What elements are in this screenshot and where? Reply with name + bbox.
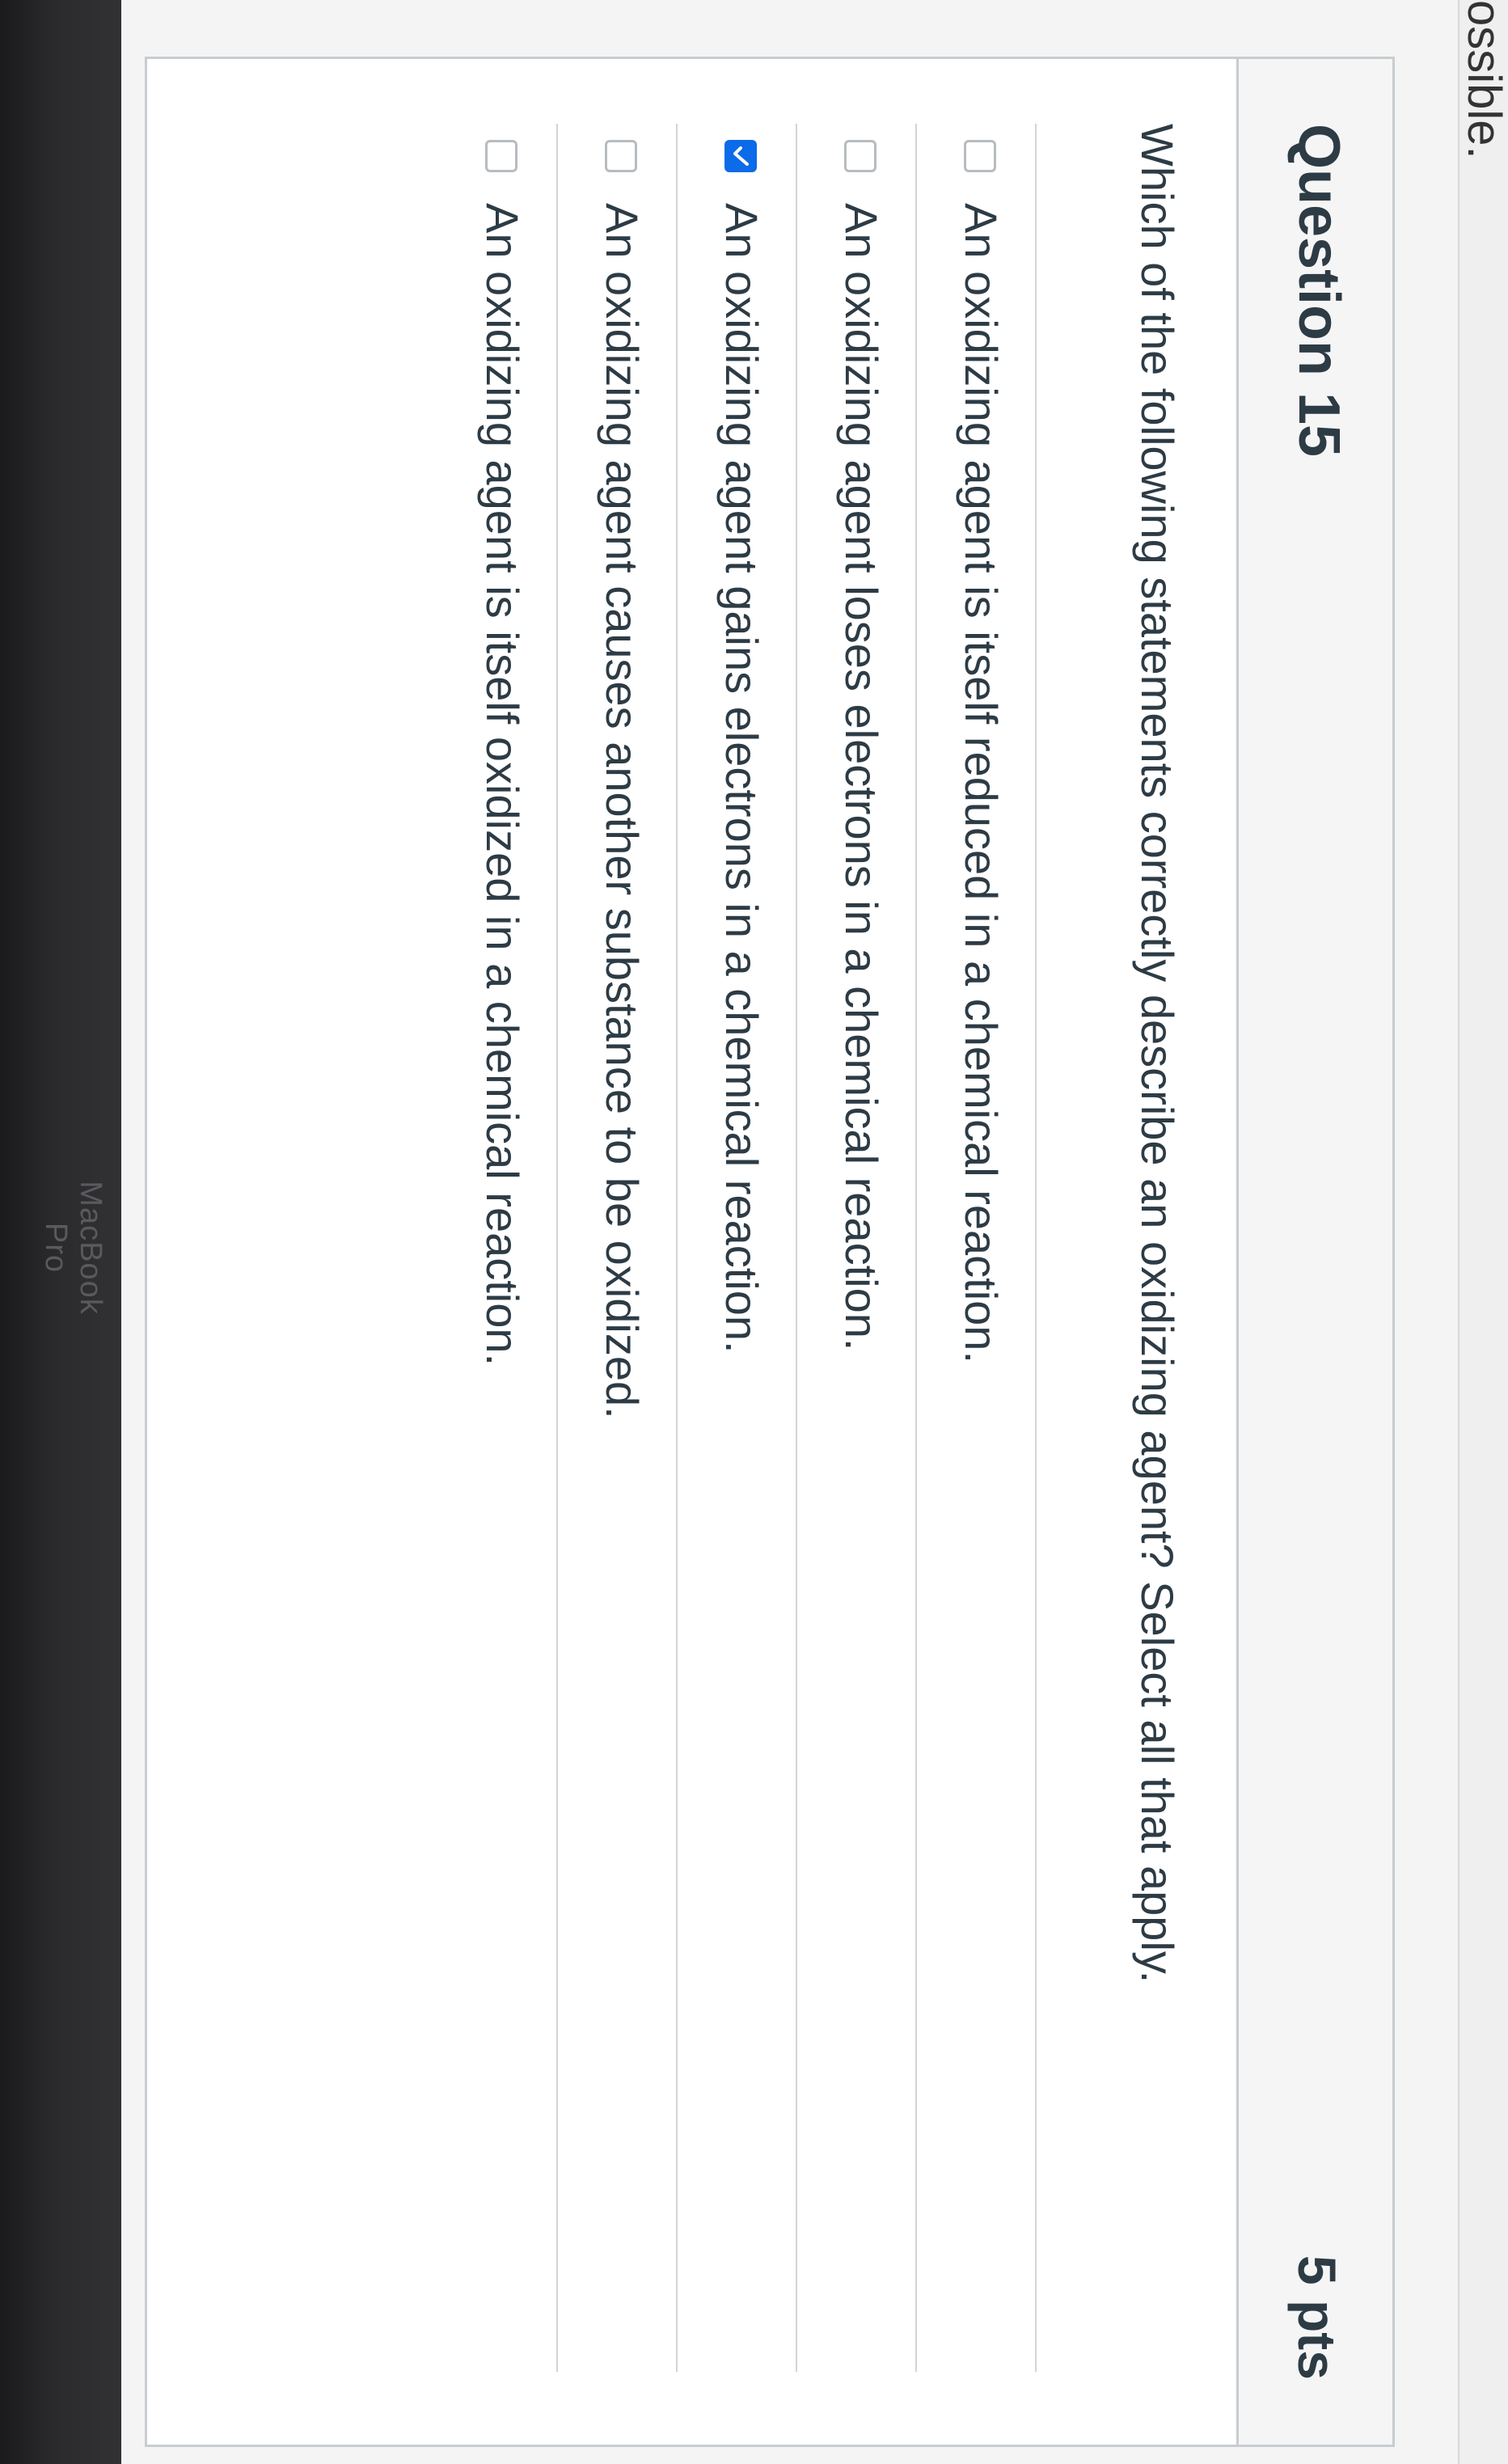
answer-option[interactable]: An oxidizing agent causes another substa…: [558, 124, 678, 2372]
answer-list: An oxidizing agent is itself reduced in …: [438, 124, 1037, 2372]
question-prompt: Which of the following statements correc…: [1132, 124, 1183, 1984]
question-points: 5 pts: [1287, 2255, 1347, 2380]
previous-question-snippet: ossible.: [1458, 0, 1508, 2464]
answer-option[interactable]: An oxidizing agent is itself reduced in …: [917, 124, 1037, 2372]
answer-option[interactable]: An oxidizing agent loses electrons in a …: [797, 124, 917, 2372]
checkbox[interactable]: [485, 140, 517, 172]
checkbox[interactable]: [605, 140, 637, 172]
answer-label[interactable]: An oxidizing agent is itself oxidized in…: [474, 203, 530, 1366]
quiz-page: ossible. Question 15 5 pts Which of the …: [121, 0, 1508, 2464]
answer-label[interactable]: An oxidizing agent causes another substa…: [593, 203, 650, 1419]
screen: ossible. Question 15 5 pts Which of the …: [121, 0, 1508, 2464]
question-title: Question 15: [1286, 124, 1351, 458]
answer-option[interactable]: An oxidizing agent is itself oxidized in…: [438, 124, 558, 2372]
answer-label[interactable]: An oxidizing agent loses electrons in a …: [833, 203, 889, 1350]
device-label: MacBook Pro: [39, 1181, 108, 1315]
snippet-text: ossible.: [1458, 0, 1508, 159]
question-header: Question 15 5 pts: [1236, 59, 1392, 2445]
answer-option[interactable]: An oxidizing agent gains electrons in a …: [678, 124, 797, 2372]
checkbox-checked[interactable]: [724, 140, 757, 172]
checkbox[interactable]: [964, 140, 996, 172]
checkmark-icon: [733, 146, 749, 166]
answer-label[interactable]: An oxidizing agent is itself reduced in …: [953, 203, 1009, 1363]
question-card: Question 15 5 pts Which of the following…: [145, 57, 1395, 2447]
checkbox[interactable]: [844, 140, 876, 172]
answer-label[interactable]: An oxidizing agent gains electrons in a …: [713, 203, 770, 1354]
